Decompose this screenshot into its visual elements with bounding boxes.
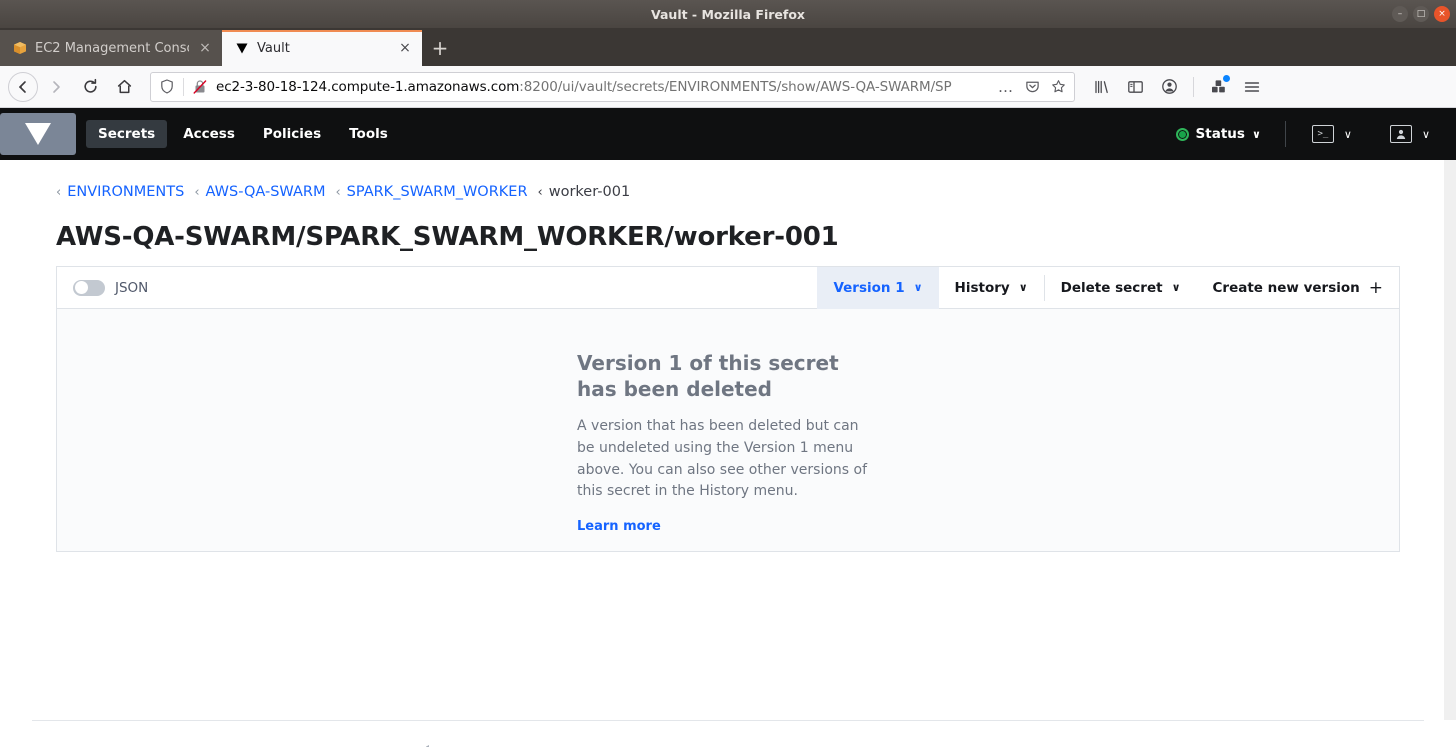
status-menu[interactable]: Status ∨	[1170, 126, 1267, 142]
version-menu-button[interactable]: Version 1 ∨	[817, 266, 939, 309]
minimize-button[interactable]: –	[1392, 6, 1408, 22]
chevron-down-icon: ∨	[1421, 127, 1430, 141]
user-menu[interactable]: ∨	[1382, 125, 1438, 143]
extensions-icon[interactable]	[1202, 71, 1234, 103]
close-icon[interactable]: ×	[196, 40, 214, 56]
breadcrumb-link[interactable]: SPARK_SWARM_WORKER	[347, 184, 528, 200]
close-button[interactable]: ×	[1434, 6, 1450, 22]
nav-divider	[1284, 121, 1286, 147]
toolbar-divider	[1193, 76, 1194, 97]
browser-tab-label: EC2 Management Consol	[35, 40, 189, 56]
user-icon	[1389, 125, 1412, 143]
vault-logo-icon[interactable]	[0, 113, 76, 155]
learn-more-link[interactable]: Learn more	[577, 519, 661, 534]
breadcrumb-item-spark-swarm-worker[interactable]: ‹ SPARK_SWARM_WORKER	[325, 184, 527, 200]
version-label: Version 1	[833, 279, 905, 296]
maximize-button[interactable]: □	[1413, 6, 1429, 22]
breadcrumb-item-worker-001: ‹ worker-001	[528, 184, 631, 200]
history-label: History	[954, 279, 1010, 296]
json-toggle-label: JSON	[115, 279, 149, 296]
extensions-badge	[1223, 74, 1230, 82]
back-button[interactable]	[8, 71, 38, 102]
account-icon[interactable]	[1153, 71, 1185, 103]
history-menu-button[interactable]: History ∨	[939, 267, 1044, 309]
nav-item-policies[interactable]: Policies	[251, 120, 333, 148]
breadcrumb-current-label: worker-001	[548, 184, 631, 200]
browser-navbar: ec2-3-80-18-124.compute-1.amazonaws.com:…	[0, 66, 1456, 108]
console-menu[interactable]: >_ ∨	[1304, 125, 1360, 143]
window-title: Vault - Mozilla Firefox	[651, 6, 805, 22]
url-text[interactable]: ec2-3-80-18-124.compute-1.amazonaws.com:…	[216, 79, 990, 95]
console-icon: >_	[1311, 125, 1334, 143]
toggle-knob	[74, 281, 88, 294]
menu-icon[interactable]	[1236, 71, 1268, 103]
chevron-down-icon: ∨	[1251, 127, 1261, 141]
vault-navbar: Secrets Access Policies Tools Status ∨ >…	[0, 108, 1456, 160]
sidebar-icon[interactable]	[1119, 71, 1151, 103]
plus-icon: +	[1368, 277, 1383, 298]
breadcrumb-link[interactable]: ENVIRONMENTS	[67, 184, 184, 200]
vault-icon	[234, 40, 250, 56]
window-controls: – □ ×	[1392, 0, 1450, 28]
library-icon[interactable]	[1085, 71, 1117, 103]
secret-panel-body: Version 1 of this secret has been delete…	[57, 309, 1399, 534]
chevron-down-icon: ∨	[1018, 281, 1028, 294]
json-toggle[interactable]: JSON	[73, 279, 149, 296]
nav-item-tools[interactable]: Tools	[337, 120, 400, 148]
chevron-left-icon: ‹	[56, 184, 62, 200]
page-content: ‹ ENVIRONMENTS ‹ AWS-QA-SWARM ‹ SPARK_SW…	[0, 160, 1456, 720]
toggle-switch[interactable]	[73, 279, 105, 296]
browser-tabbar: EC2 Management Consol × Vault × +	[0, 28, 1456, 66]
create-new-version-button[interactable]: Create new version +	[1197, 267, 1400, 309]
breadcrumb-item-environments[interactable]: ‹ ENVIRONMENTS	[56, 184, 184, 200]
chevron-left-icon: ‹	[194, 184, 200, 200]
nav-item-access[interactable]: Access	[171, 120, 247, 148]
url-divider	[183, 77, 184, 96]
reload-button[interactable]	[74, 71, 106, 103]
message-heading: Version 1 of this secret has been delete…	[577, 351, 839, 401]
vault-triangle	[25, 123, 51, 145]
breadcrumb-link[interactable]: AWS-QA-SWARM	[206, 184, 326, 200]
page-actions-icon[interactable]: …	[996, 78, 1016, 96]
window-titlebar: Vault - Mozilla Firefox – □ ×	[0, 0, 1456, 28]
chevron-down-icon: ∨	[913, 281, 923, 294]
breadcrumb: ‹ ENVIRONMENTS ‹ AWS-QA-SWARM ‹ SPARK_SW…	[56, 160, 1400, 200]
browser-tab-ec2[interactable]: EC2 Management Consol ×	[0, 30, 222, 66]
delete-secret-button[interactable]: Delete secret ∨	[1045, 267, 1197, 309]
package-icon	[12, 40, 28, 56]
forward-button	[40, 71, 72, 103]
chevron-left-icon: ‹	[537, 184, 543, 200]
chevron-down-icon: ∨	[1343, 127, 1352, 141]
status-indicator-icon	[1175, 127, 1189, 141]
vault-nav-items: Secrets Access Policies Tools	[86, 120, 400, 148]
chevron-down-icon: ∨	[1171, 281, 1181, 294]
status-label: Status	[1195, 126, 1245, 142]
page-footer: © 2020 HashiCorp Vault 1.5.0 Upgrade to …	[0, 721, 1456, 747]
new-tab-button[interactable]: +	[422, 30, 458, 66]
deleted-message: Version 1 of this secret has been delete…	[577, 351, 879, 534]
insecure-lock-icon[interactable]	[190, 79, 210, 95]
url-bar[interactable]: ec2-3-80-18-124.compute-1.amazonaws.com:…	[150, 71, 1075, 102]
create-label: Create new version	[1212, 279, 1360, 296]
nav-item-secrets[interactable]: Secrets	[86, 120, 168, 148]
delete-label: Delete secret	[1060, 279, 1163, 296]
browser-tab-label: Vault	[257, 40, 290, 56]
secret-toolbar: JSON Version 1 ∨ History ∨ Delete secret…	[57, 266, 1400, 309]
browser-toolbar-icons	[1085, 71, 1268, 103]
chevron-left-icon: ‹	[335, 184, 341, 200]
secret-actions: Version 1 ∨ History ∨ Delete secret ∨ Cr…	[817, 266, 1400, 309]
star-icon[interactable]	[1048, 79, 1068, 94]
close-icon[interactable]: ×	[396, 40, 414, 56]
browser-tab-vault[interactable]: Vault ×	[222, 30, 422, 66]
breadcrumb-item-aws-qa-swarm[interactable]: ‹ AWS-QA-SWARM	[184, 184, 325, 200]
message-body: A version that has been deleted but can …	[577, 418, 868, 500]
home-button[interactable]	[108, 71, 140, 103]
page-title: AWS-QA-SWARM/SPARK_SWARM_WORKER/worker-0…	[56, 222, 839, 252]
shield-icon[interactable]	[157, 79, 177, 94]
vault-nav-right: Status ∨ >_ ∨ ∨	[1170, 121, 1438, 147]
pocket-icon[interactable]	[1022, 79, 1042, 94]
page-scrollbar[interactable]	[1444, 160, 1456, 720]
secret-panel: JSON Version 1 ∨ History ∨ Delete secret…	[56, 266, 1400, 552]
